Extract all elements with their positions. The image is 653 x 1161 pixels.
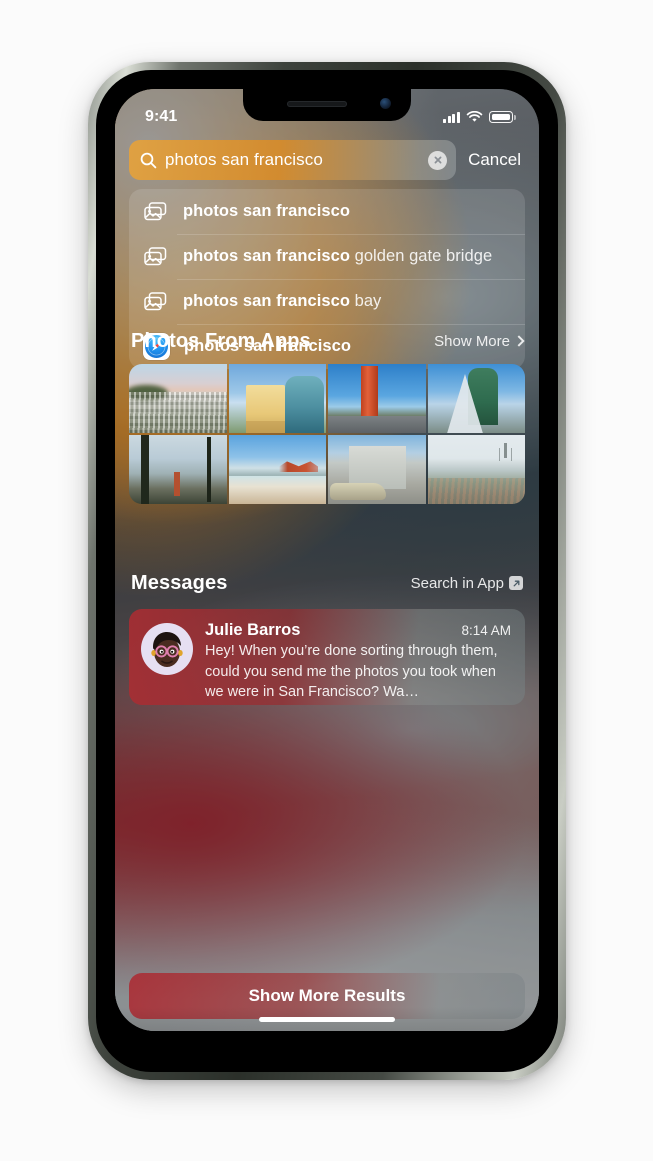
- message-sender: Julie Barros: [205, 621, 301, 639]
- messages-search-in-app-button[interactable]: Search in App: [411, 575, 523, 592]
- device-bezel: 9:41 photos san francisco Cancel photos …: [96, 70, 558, 1072]
- show-more-results-label: Show More Results: [248, 986, 406, 1005]
- messages-section-title: Messages: [131, 571, 228, 594]
- message-preview: Hey! When you’re done sorting through th…: [205, 643, 498, 701]
- suggestion-row-1[interactable]: photos san francisco: [129, 189, 525, 234]
- chevron-right-icon: [513, 335, 525, 347]
- display-notch: [243, 89, 411, 121]
- spotlight-search-screen: 9:41 photos san francisco Cancel photos …: [115, 89, 539, 1031]
- photos-section-title: Photos From Apps: [131, 329, 311, 352]
- suggestion-row-3[interactable]: photos san francisco bay: [129, 279, 525, 324]
- photos-stack-icon: [143, 289, 169, 315]
- photo-thumbnail[interactable]: [427, 435, 525, 504]
- photos-show-more-label: Show More: [434, 332, 510, 350]
- home-indicator[interactable]: [259, 1017, 395, 1022]
- status-bar-indicators: [443, 111, 516, 123]
- battery-icon: [489, 111, 516, 123]
- clear-circle-icon: [434, 156, 442, 164]
- suggestion-bold-part: photos san francisco: [183, 202, 350, 220]
- earpiece-speaker-icon: [287, 101, 347, 107]
- suggestion-bold-part: photos san francisco: [183, 292, 350, 310]
- search-bar-row: photos san francisco Cancel: [115, 137, 539, 183]
- photos-show-more-button[interactable]: Show More: [434, 332, 525, 350]
- status-bar-clock: 9:41: [145, 108, 178, 125]
- suggestion-label: photos san francisco bay: [183, 292, 381, 311]
- wifi-icon: [466, 111, 483, 122]
- memoji-avatar: [141, 623, 193, 675]
- suggestion-bold-part: photos san francisco: [183, 247, 350, 265]
- photos-stack-icon: [143, 199, 169, 225]
- photos-stack-icon: [143, 244, 169, 270]
- photo-thumbnail[interactable]: [129, 364, 227, 433]
- cellular-bars-icon: [443, 111, 460, 123]
- message-result-card[interactable]: Julie Barros 8:14 AM Hey! When you’re do…: [129, 609, 525, 705]
- magnifier-icon: [140, 152, 157, 168]
- message-body: Julie Barros 8:14 AM Hey! When you’re do…: [205, 621, 511, 703]
- message-header: Julie Barros 8:14 AM: [205, 621, 511, 640]
- messages-search-in-app-label: Search in App: [410, 574, 504, 592]
- suggestion-label: photos san francisco golden gate bridge: [183, 247, 492, 266]
- photo-thumbnail[interactable]: [228, 364, 326, 433]
- screenshot-stage: 9:41 photos san francisco Cancel photos …: [0, 0, 653, 1161]
- suggestion-rest-part: golden gate bridge: [349, 247, 493, 265]
- photo-thumbnail[interactable]: [129, 435, 227, 504]
- cancel-button[interactable]: Cancel: [460, 150, 525, 170]
- photo-thumbnail[interactable]: [328, 435, 426, 504]
- search-input[interactable]: photos san francisco: [129, 140, 457, 180]
- messages-section-header: Messages Search in App: [131, 563, 523, 603]
- device-screen: 9:41 photos san francisco Cancel photos …: [115, 89, 539, 1031]
- suggestion-rest-part: bay: [349, 292, 382, 310]
- message-timestamp: 8:14 AM: [461, 623, 511, 638]
- photo-thumbnail[interactable]: [427, 364, 525, 433]
- photo-thumbnail[interactable]: [328, 364, 426, 433]
- iphone-device-frame: 9:41 photos san francisco Cancel photos …: [88, 62, 566, 1080]
- photo-thumbnail[interactable]: [228, 435, 326, 504]
- photos-section-header: Photos From Apps Show More: [131, 321, 525, 361]
- clear-search-button[interactable]: [428, 150, 448, 170]
- search-query-text: photos san francisco: [165, 150, 323, 169]
- suggestion-label: photos san francisco: [183, 202, 350, 221]
- open-in-app-icon: [509, 576, 523, 590]
- photos-grid: [129, 364, 525, 504]
- suggestion-row-2[interactable]: photos san francisco golden gate bridge: [129, 234, 525, 279]
- front-camera-icon: [380, 98, 391, 109]
